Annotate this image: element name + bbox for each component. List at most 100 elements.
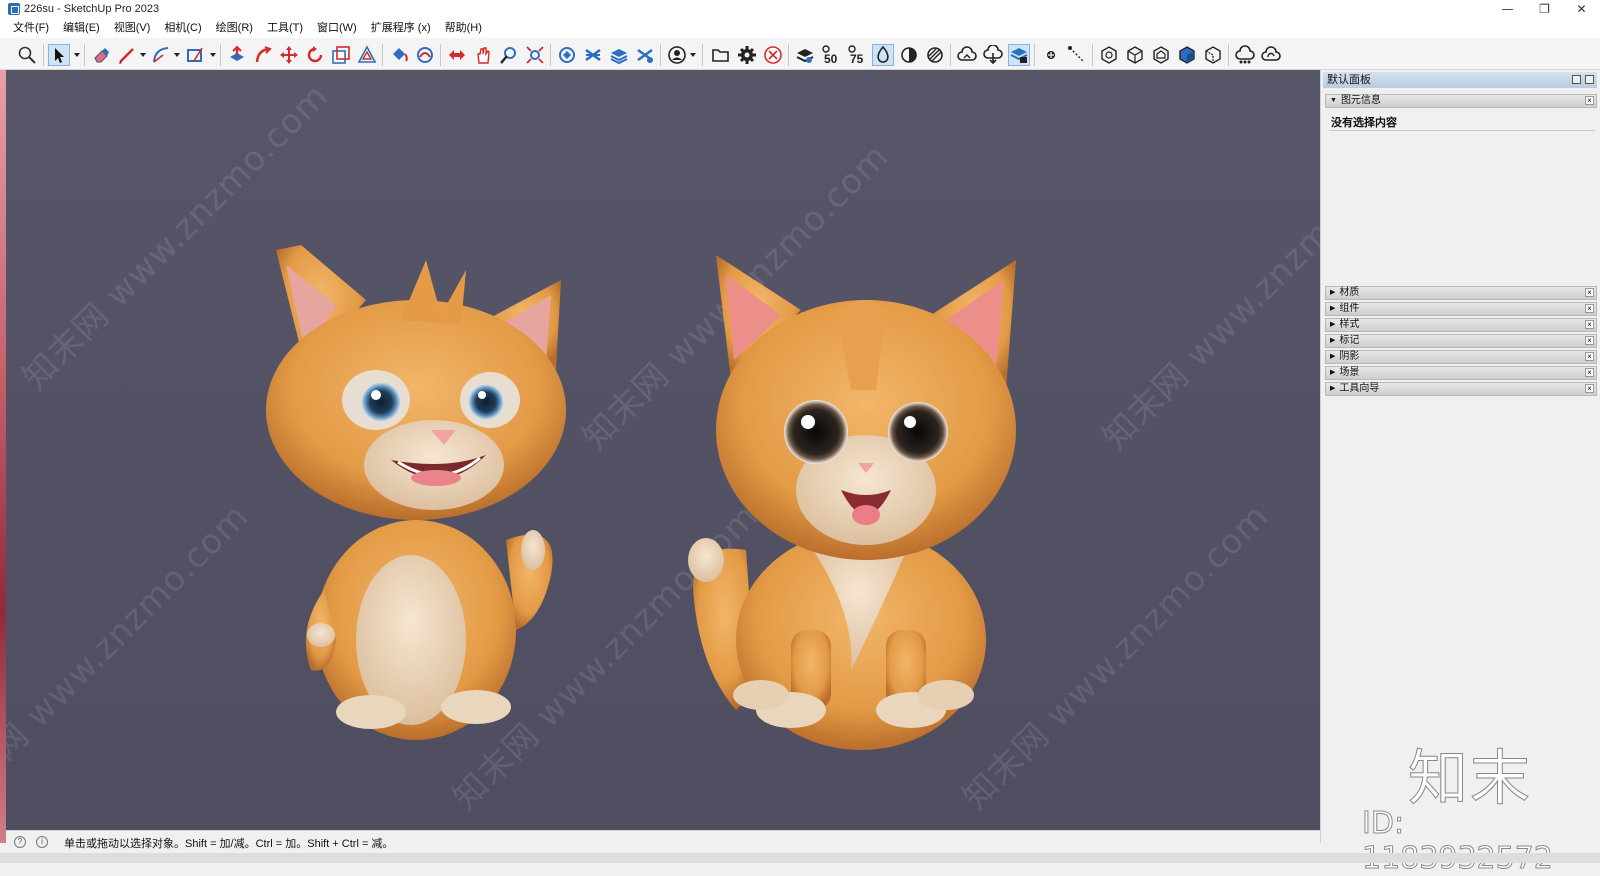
front-view-icon[interactable] [1150, 44, 1172, 66]
panel-label: 组件 [1339, 303, 1360, 314]
follow-me-icon[interactable] [252, 44, 274, 66]
menu-draw[interactable]: 绘图(R) [209, 18, 260, 38]
panel-entity-info[interactable]: ▼ 图元信息 × [1325, 94, 1597, 108]
top-view-icon[interactable] [1124, 44, 1146, 66]
menu-help[interactable]: 帮助(H) [438, 18, 489, 38]
render-icon[interactable] [794, 44, 816, 66]
folder-open-icon[interactable] [710, 44, 732, 66]
panel-close-icon[interactable]: × [1585, 352, 1594, 361]
menu-camera[interactable]: 相机(C) [157, 18, 208, 38]
cloud-refresh-icon[interactable] [1260, 44, 1282, 66]
window-title: 226su - SketchUp Pro 2023 [24, 3, 160, 15]
rectangle-icon[interactable] [184, 44, 206, 66]
menu-tools[interactable]: 工具(T) [260, 18, 310, 38]
push-pull-icon[interactable] [226, 44, 248, 66]
menu-edit[interactable]: 编辑(E) [56, 18, 107, 38]
cancel-icon[interactable] [762, 44, 784, 66]
point-icon[interactable] [1040, 44, 1062, 66]
extension-icon[interactable] [634, 44, 656, 66]
status-bar: ? i 单击或拖动以选择对象。Shift = 加/减。Ctrl = 加。Shif… [6, 830, 1320, 853]
zoom-icon[interactable] [498, 44, 520, 66]
profile-icon[interactable] [666, 44, 688, 66]
sketchup-app-icon [8, 3, 20, 15]
panel-label: 工具向导 [1339, 383, 1380, 394]
gear-icon[interactable] [736, 44, 758, 66]
render-50-icon[interactable]: 50 [820, 44, 842, 66]
orbit-icon[interactable] [414, 44, 436, 66]
eraser-icon[interactable] [90, 44, 112, 66]
layers-icon[interactable] [582, 44, 604, 66]
arc-icon[interactable] [150, 44, 172, 66]
panel-components[interactable]: ▶ 组件 × [1325, 302, 1597, 316]
bottom-edge [0, 853, 1600, 863]
select-arrow-icon[interactable] [48, 44, 70, 66]
panel-label: 标记 [1339, 335, 1360, 346]
xray-icon[interactable] [872, 44, 894, 66]
panel-instructor[interactable]: ▶ 工具向导 × [1325, 382, 1597, 396]
right-view-icon[interactable] [1176, 44, 1198, 66]
panel-close-icon[interactable]: × [1585, 304, 1594, 313]
tray-close-icon[interactable] [1585, 75, 1594, 84]
expand-triangle-icon: ▶ [1330, 289, 1336, 296]
cloud-upload-icon[interactable] [982, 44, 1004, 66]
warehouse-icon[interactable] [608, 44, 630, 66]
panel-tags[interactable]: ▶ 标记 × [1325, 334, 1597, 348]
expand-triangle-icon: ▶ [1330, 321, 1336, 328]
menu-file[interactable]: 文件(F) [6, 18, 56, 38]
panel-close-icon[interactable]: × [1585, 368, 1594, 377]
restore-button[interactable]: ❐ [1526, 0, 1563, 18]
expand-triangle-icon: ▶ [1330, 305, 1336, 312]
info-icon[interactable]: i [36, 836, 48, 848]
menu-extensions[interactable]: 扩展程序 (x) [364, 18, 438, 38]
back-view-icon[interactable] [1202, 44, 1224, 66]
scale-icon[interactable] [330, 44, 352, 66]
svg-text:75: 75 [850, 52, 864, 65]
panel-close-icon[interactable]: × [1585, 288, 1594, 297]
rotate-icon[interactable] [304, 44, 326, 66]
component-icon[interactable] [556, 44, 578, 66]
pencil-line-icon[interactable] [116, 44, 138, 66]
render-75-icon[interactable]: 75 [846, 44, 868, 66]
hand-icon[interactable] [472, 44, 494, 66]
panel-shadows[interactable]: ▶ 阴影 × [1325, 350, 1597, 364]
expand-triangle-icon: ▶ [1330, 353, 1336, 360]
main-toolbar: 50 75 [0, 38, 1600, 70]
default-tray: 默认面板 ▼ 图元信息 × 没有选择内容 ▶ 材质 × ▶ 组件 × ▶ 样式 × ▶ 标… [1320, 70, 1600, 843]
pin-icon[interactable] [1572, 75, 1581, 84]
minimize-button[interactable]: — [1489, 0, 1526, 18]
expand-triangle-icon: ▶ [1330, 369, 1336, 376]
offset-icon[interactable] [356, 44, 378, 66]
geolocation-icon[interactable]: ? [14, 836, 26, 848]
menu-window[interactable]: 窗口(W) [310, 18, 364, 38]
standing-cat-model [266, 245, 566, 740]
svg-text:50: 50 [824, 52, 838, 65]
cloud-sync-icon[interactable] [1234, 44, 1256, 66]
cat-models [266, 245, 1016, 750]
hidden-line-icon[interactable] [924, 44, 946, 66]
zoom-extents-icon[interactable] [524, 44, 546, 66]
panel-materials[interactable]: ▶ 材质 × [1325, 286, 1597, 300]
panel-styles[interactable]: ▶ 样式 × [1325, 318, 1597, 332]
move-icon[interactable] [278, 44, 300, 66]
pan-icon[interactable] [446, 44, 468, 66]
panel-close-icon[interactable]: × [1585, 320, 1594, 329]
paint-bucket-icon[interactable] [388, 44, 410, 66]
collapse-triangle-icon: ▼ [1330, 97, 1337, 104]
panel-close-icon[interactable]: × [1585, 384, 1594, 393]
zoom-window-icon[interactable] [16, 44, 38, 66]
menu-view[interactable]: 视图(V) [107, 18, 158, 38]
panel-label: 场景 [1339, 367, 1360, 378]
panel-scenes[interactable]: ▶ 场景 × [1325, 366, 1597, 380]
shaded-icon[interactable] [898, 44, 920, 66]
panel-close-icon[interactable]: × [1585, 96, 1594, 105]
model-viewport[interactable]: 知末网 www.znzmo.com 知末网 www.znzmo.com 知末网 … [6, 70, 1320, 830]
cloud-icon[interactable] [956, 44, 978, 66]
cloud-layers-icon[interactable] [1008, 44, 1030, 66]
menu-bar: 文件(F) 编辑(E) 视图(V) 相机(C) 绘图(R) 工具(T) 窗口(W… [0, 18, 1600, 38]
panel-close-icon[interactable]: × [1585, 336, 1594, 345]
select-dropdown-icon[interactable] [74, 53, 80, 57]
panel-label: 材质 [1339, 287, 1360, 298]
dimension-icon[interactable] [1066, 44, 1088, 66]
close-button[interactable]: ✕ [1563, 0, 1600, 18]
iso-view-icon[interactable] [1098, 44, 1120, 66]
